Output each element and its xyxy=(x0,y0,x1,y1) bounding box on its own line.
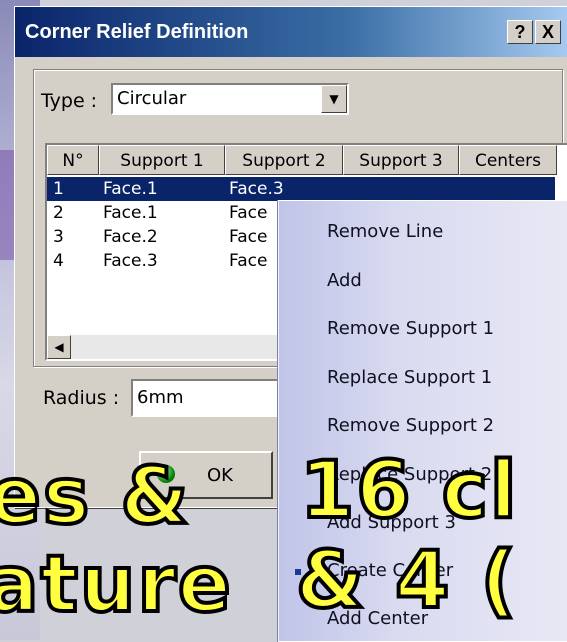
row-support2: Face xyxy=(229,203,268,223)
menu-item-replace-support-1[interactable]: Replace Support 1 xyxy=(327,367,492,388)
menu-item-remove-support-2[interactable]: Remove Support 2 xyxy=(327,415,494,436)
row-support1: Face.2 xyxy=(103,227,158,247)
dialog-title: Corner Relief Definition xyxy=(25,21,249,43)
overlay-text-line1-left: es & xyxy=(0,450,191,544)
chevron-left-icon[interactable]: ◀ xyxy=(47,335,71,359)
row-number: 1 xyxy=(53,179,64,199)
column-header-support1[interactable]: Support 1 xyxy=(99,145,225,175)
row-number: 2 xyxy=(53,203,64,223)
radius-label: Radius : xyxy=(43,387,120,409)
row-support1: Face.1 xyxy=(103,179,158,199)
row-support1: Face.1 xyxy=(103,203,158,223)
menu-item-remove-support-1[interactable]: Remove Support 1 xyxy=(327,318,494,339)
row-support1: Face.3 xyxy=(103,251,158,271)
row-number: 4 xyxy=(53,251,64,271)
chevron-down-icon[interactable]: ▼ xyxy=(321,85,347,113)
column-header-support2[interactable]: Support 2 xyxy=(225,145,343,175)
menu-item-add[interactable]: Add xyxy=(327,270,362,291)
column-header-centers[interactable]: Centers xyxy=(459,145,557,175)
table-row[interactable]: 1 Face.1 Face.3 xyxy=(47,177,555,201)
column-header-support3[interactable]: Support 3 xyxy=(343,145,459,175)
row-support2: Face xyxy=(229,251,268,271)
type-label: Type : xyxy=(41,90,98,112)
radius-value: 6mm xyxy=(137,387,184,408)
menu-item-remove-line[interactable]: Remove Line xyxy=(327,221,443,242)
radius-input[interactable]: 6mm xyxy=(131,379,295,417)
close-button[interactable]: X xyxy=(535,20,561,44)
ok-label: OK xyxy=(207,465,233,486)
column-header-number[interactable]: N° xyxy=(47,145,99,175)
help-button[interactable]: ? xyxy=(507,20,533,44)
title-bar: Corner Relief Definition ? X xyxy=(15,7,567,57)
row-support2: Face.3 xyxy=(229,179,284,199)
overlay-text-line2-left: ature xyxy=(0,538,233,632)
type-value: Circular xyxy=(117,88,187,109)
overlay-text-line1-right: 16 cl xyxy=(298,444,519,538)
row-number: 3 xyxy=(53,227,64,247)
overlay-text-line2-right: & 4 ( xyxy=(294,534,519,628)
type-combo[interactable]: Circular ▼ xyxy=(111,83,349,115)
row-support2: Face xyxy=(229,227,268,247)
